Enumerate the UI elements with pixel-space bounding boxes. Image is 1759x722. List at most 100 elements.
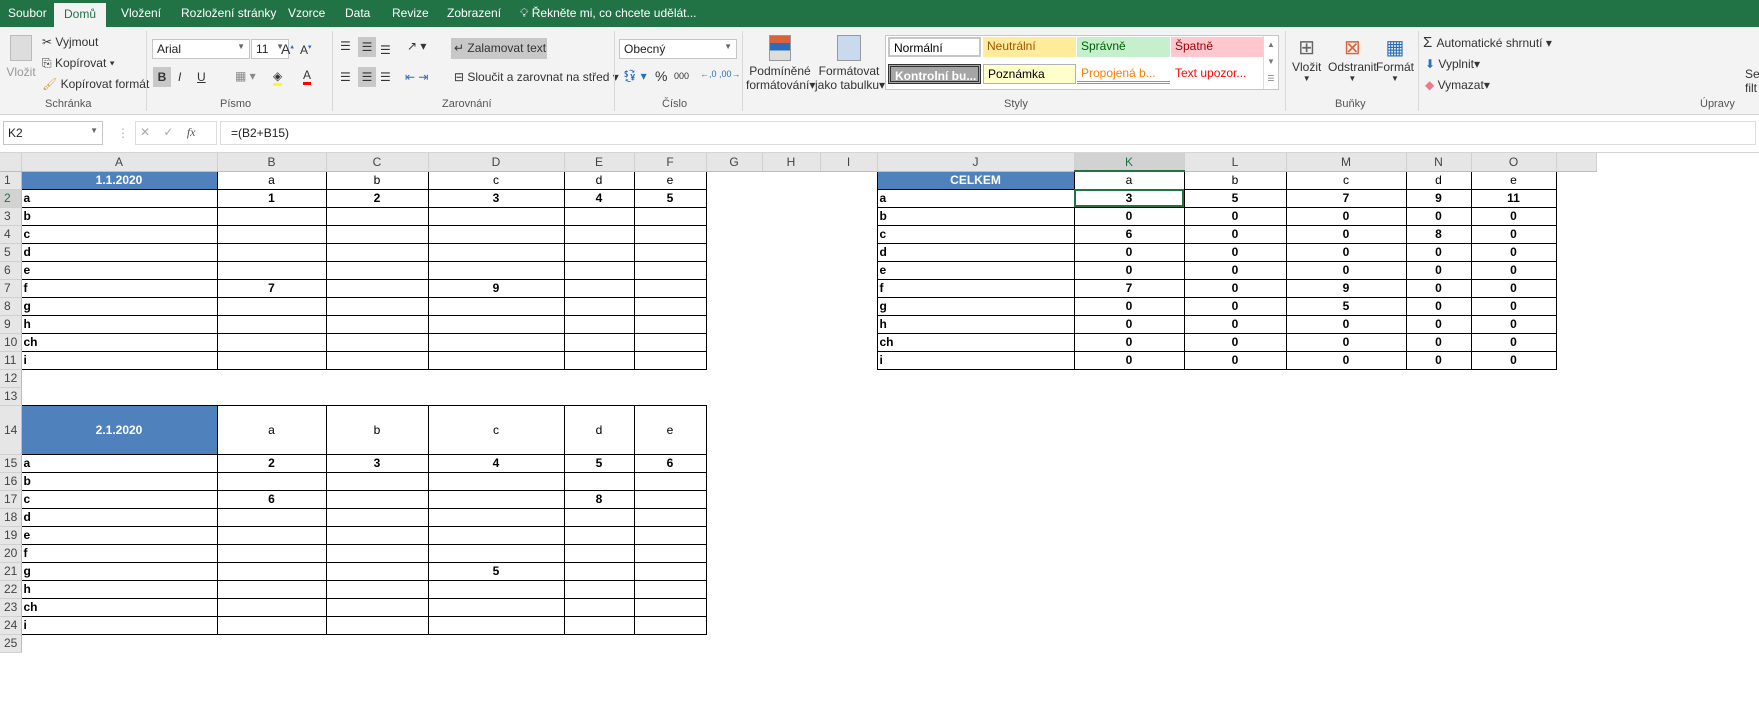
cell-D15[interactable]: 4 [427,453,565,473]
cell-F1[interactable]: e [633,170,707,190]
cell-M18[interactable] [1286,508,1406,526]
cell-O2[interactable]: 11 [1470,188,1557,208]
cell-K7[interactable]: 7 [1073,278,1185,298]
cell-O6[interactable]: 0 [1470,260,1557,280]
column-header[interactable]: B [217,153,327,172]
cell-N25[interactable] [1406,634,1471,652]
cell-N13[interactable] [1406,387,1471,405]
cell-E22[interactable] [563,579,635,599]
cell-F24[interactable] [633,615,707,635]
cell-J4[interactable]: c [876,224,1075,244]
cell-G7[interactable] [706,279,762,297]
cell-H14[interactable] [762,405,820,454]
cell-J18[interactable] [877,508,1074,526]
cell-K9[interactable]: 0 [1073,314,1185,334]
cell-D11[interactable] [427,350,565,370]
cell-O1[interactable]: e [1470,170,1557,190]
cell-L10[interactable]: 0 [1183,332,1287,352]
row-header[interactable]: 2 [0,189,22,208]
cell-E16[interactable] [563,471,635,491]
column-header[interactable]: H [762,153,821,172]
cell-I19[interactable] [820,526,877,544]
cell-E1[interactable]: d [563,170,635,190]
cell-J23[interactable] [877,598,1074,616]
cell-O5[interactable]: 0 [1470,242,1557,262]
cell-A3[interactable]: b [20,206,218,226]
thousands-button[interactable]: 000 [674,71,689,81]
cell-B22[interactable] [216,579,327,599]
cell-E18[interactable] [563,507,635,527]
cell-L12[interactable] [1184,369,1286,387]
currency-icon[interactable]: 💱︎ ▾ [622,69,647,83]
row-header[interactable]: 24 [0,616,22,635]
cell-A2[interactable]: a [20,188,218,208]
cell-D1[interactable]: c [427,170,565,190]
cell-A10[interactable]: ch [20,332,218,352]
cell-N10[interactable]: 0 [1405,332,1472,352]
cell-C4[interactable] [325,224,429,244]
cell-M15[interactable] [1286,454,1406,472]
cell-H7[interactable] [762,279,820,297]
cell-K6[interactable]: 0 [1073,260,1185,280]
cell-J12[interactable] [877,369,1074,387]
cell-L16[interactable] [1184,472,1286,490]
cell-E6[interactable] [563,260,635,280]
cell-P17[interactable] [1556,490,1596,508]
cell-B21[interactable] [216,561,327,581]
cell-M17[interactable] [1286,490,1406,508]
cell-B9[interactable] [216,314,327,334]
insert-function-icon[interactable]: fx [187,125,196,139]
cell-style-8[interactable]: Text upozor... [1171,64,1264,84]
cell-A13[interactable] [21,387,217,405]
column-header[interactable]: O [1471,153,1557,172]
cell-A18[interactable]: d [20,507,218,527]
cell-E2[interactable]: 4 [563,188,635,208]
cell-O17[interactable] [1471,490,1556,508]
cell-O13[interactable] [1471,387,1556,405]
align-left-icon[interactable]: ☰ [340,70,351,84]
cell-E9[interactable] [563,314,635,334]
cell-F14[interactable]: e [633,404,707,455]
cell-B16[interactable] [216,471,327,491]
cell-C25[interactable] [326,634,428,652]
cell-C21[interactable] [325,561,429,581]
cell-G14[interactable] [706,405,762,454]
cell-C12[interactable] [326,369,428,387]
cell-M5[interactable]: 0 [1285,242,1407,262]
cell-N6[interactable]: 0 [1405,260,1472,280]
row-header[interactable]: 3 [0,207,22,226]
row-header[interactable]: 8 [0,297,22,316]
cell-B7[interactable]: 7 [216,278,327,298]
bold-button[interactable]: B [153,67,171,87]
cell-H11[interactable] [762,351,820,369]
cell-N12[interactable] [1406,369,1471,387]
column-header[interactable]: L [1184,153,1287,172]
column-header[interactable]: M [1286,153,1407,172]
fill-color-icon[interactable]: ◈ [273,69,283,86]
number-format-select[interactable]: Obecný ▼ [619,39,737,59]
cell-P5[interactable] [1556,243,1596,261]
cell-F4[interactable] [633,224,707,244]
cell-N5[interactable]: 0 [1405,242,1472,262]
cell-D19[interactable] [427,525,565,545]
cell-D21[interactable]: 5 [427,561,565,581]
tab-home[interactable]: Domů [54,3,107,27]
cell-O7[interactable]: 0 [1470,278,1557,298]
cell-D7[interactable]: 9 [427,278,565,298]
cell-M2[interactable]: 7 [1285,188,1407,208]
cell-O9[interactable]: 0 [1470,314,1557,334]
cell-H5[interactable] [762,243,820,261]
cell-K14[interactable] [1074,405,1184,454]
cell-D9[interactable] [427,314,565,334]
insert-cells-button[interactable]: ⊞ Vložit ▼ [1292,35,1321,83]
cell-A5[interactable]: d [20,242,218,262]
cell-E5[interactable] [563,242,635,262]
cell-M3[interactable]: 0 [1285,206,1407,226]
cell-I5[interactable] [820,243,877,261]
cell-I11[interactable] [820,351,877,369]
cell-M21[interactable] [1286,562,1406,580]
cell-K12[interactable] [1074,369,1184,387]
cell-D23[interactable] [427,597,565,617]
cell-C5[interactable] [325,242,429,262]
cell-K10[interactable]: 0 [1073,332,1185,352]
